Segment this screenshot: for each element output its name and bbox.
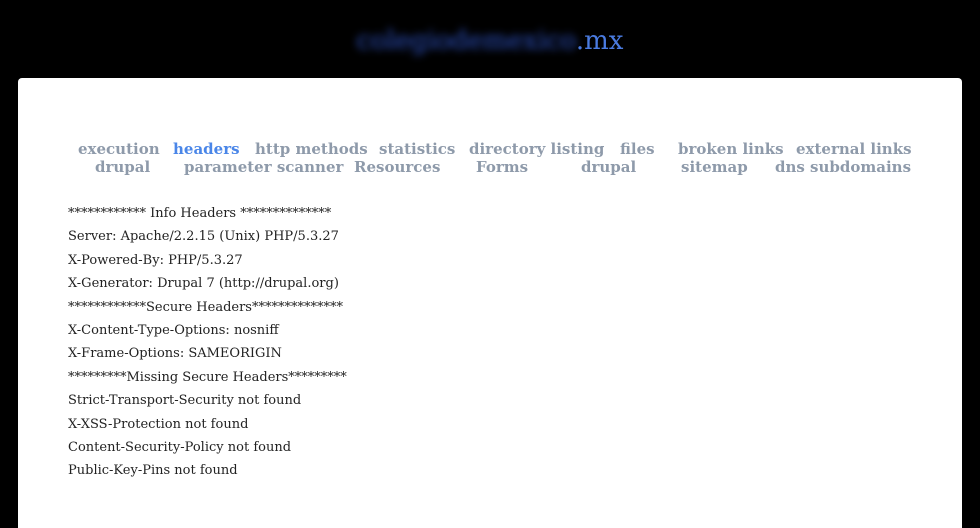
results-line: ************Secure Headers************** <box>68 299 343 315</box>
results-line: X-Powered-By: PHP/5.3.27 <box>68 252 243 268</box>
nav-link-files[interactable]: files <box>620 140 655 158</box>
site-title-tld: .mx <box>575 26 624 56</box>
results-line: X-XSS-Protection not found <box>68 416 249 432</box>
site-title[interactable]: colegiodemexico.mx <box>0 26 980 56</box>
nav-link-headers[interactable]: headers <box>173 140 240 158</box>
nav-link-execution[interactable]: execution <box>78 140 160 158</box>
nav-link-external-links[interactable]: external links <box>796 140 912 158</box>
nav-link-statistics[interactable]: statistics <box>379 140 455 158</box>
nav-link-broken-links[interactable]: broken links <box>678 140 784 158</box>
nav-link-parameter-scanner[interactable]: parameter scanner <box>184 158 343 176</box>
results-line: *********Missing Secure Headers********* <box>68 369 347 385</box>
nav-menu: execution headers http methods statistic… <box>18 140 962 176</box>
nav-link-drupal-2[interactable]: drupal <box>581 158 636 176</box>
results-line: ************ Info Headers ************** <box>68 206 332 221</box>
headers-results: ************ Info Headers **************… <box>68 202 347 483</box>
results-line: Strict-Transport-Security not found <box>68 393 302 409</box>
content-panel: execution headers http methods statistic… <box>18 78 962 528</box>
nav-link-resources[interactable]: Resources <box>354 158 440 176</box>
results-line: X-Content-Type-Options: nosniff <box>68 322 279 338</box>
results-line: X-Frame-Options: SAMEORIGIN <box>68 346 282 362</box>
nav-link-dns-subdomains[interactable]: dns subdomains <box>775 158 911 176</box>
site-header: colegiodemexico.mx <box>0 0 980 78</box>
nav-link-drupal[interactable]: drupal <box>95 158 150 176</box>
nav-link-directory-listing[interactable]: directory listing <box>469 140 604 158</box>
nav-link-http-methods[interactable]: http methods <box>255 140 368 158</box>
nav-link-forms[interactable]: Forms <box>476 158 528 176</box>
results-line: X-Generator: Drupal 7 (http://drupal.org… <box>68 276 339 292</box>
site-title-obscured-domain: colegiodemexico <box>356 26 576 56</box>
results-line: Server: Apache/2.2.15 (Unix) PHP/5.3.27 <box>68 229 339 245</box>
nav-link-sitemap[interactable]: sitemap <box>681 158 748 176</box>
results-line: Content-Security-Policy not found <box>68 439 292 455</box>
nav-row-2: drupal parameter scanner Resources Forms… <box>18 158 962 176</box>
nav-row-1: execution headers http methods statistic… <box>18 140 962 158</box>
results-line: Public-Key-Pins not found <box>68 463 238 479</box>
